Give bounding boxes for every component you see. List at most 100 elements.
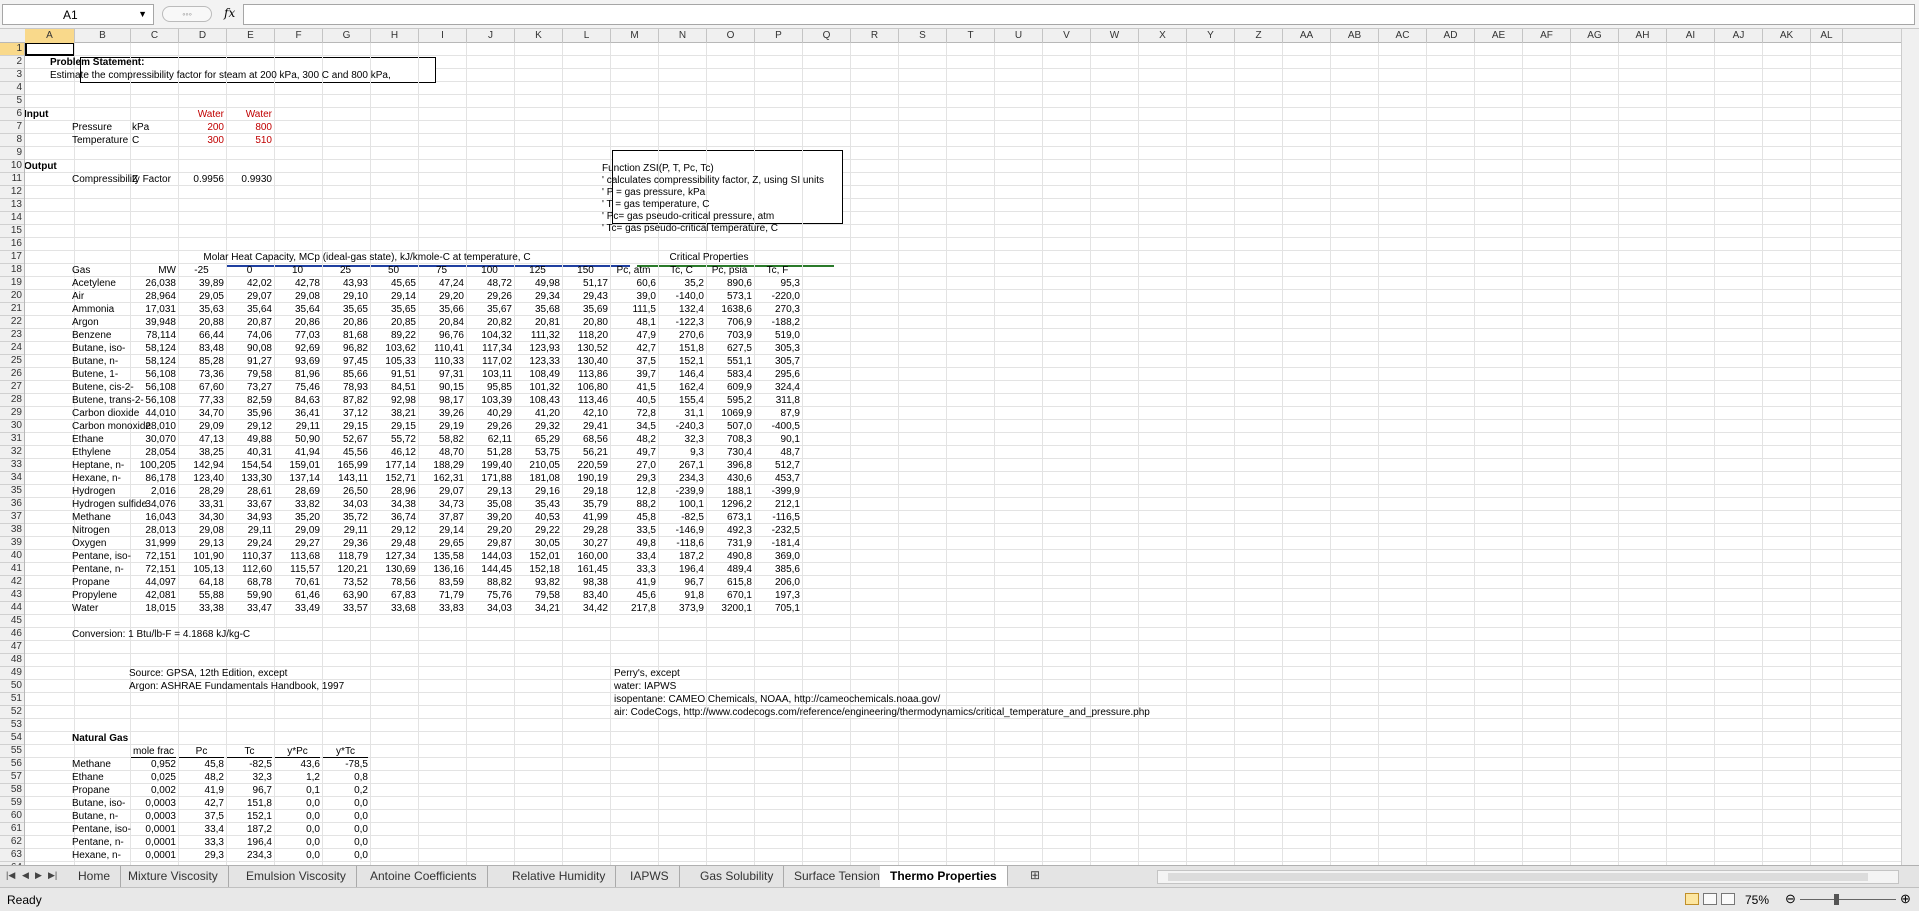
row-header[interactable]: 46 <box>0 628 24 641</box>
column-header[interactable]: D <box>179 29 227 43</box>
column-header[interactable]: Y <box>1187 29 1235 43</box>
row-header[interactable]: 2 <box>0 56 24 69</box>
horizontal-scrollbar[interactable] <box>1157 870 1899 884</box>
row-header[interactable]: 52 <box>0 706 24 719</box>
sheet-tab[interactable]: Surface Tension <box>784 866 891 887</box>
column-header[interactable]: S <box>899 29 947 43</box>
chevron-down-icon[interactable]: ▼ <box>138 9 147 19</box>
insert-sheet-icon[interactable]: ⊞ <box>1030 868 1040 882</box>
row-header[interactable]: 28 <box>0 394 24 407</box>
vertical-scrollbar[interactable] <box>1901 29 1919 865</box>
column-header[interactable]: AI <box>1667 29 1715 43</box>
formula-expand-control[interactable]: ◦◦◦ <box>162 6 212 22</box>
next-sheet-icon[interactable]: ▶ <box>35 870 42 881</box>
row-header[interactable]: 48 <box>0 654 24 667</box>
row-header[interactable]: 7 <box>0 121 24 134</box>
sheet-tab[interactable]: Antoine Coefficients <box>360 866 488 887</box>
row-header[interactable]: 1 <box>0 43 24 56</box>
sheet-tab[interactable]: IAPWS <box>620 866 680 887</box>
row-header[interactable]: 54 <box>0 732 24 745</box>
column-header[interactable]: AA <box>1283 29 1331 43</box>
sheet-tab[interactable]: Thermo Properties <box>880 866 1008 887</box>
row-header[interactable]: 62 <box>0 836 24 849</box>
page-break-view-button[interactable] <box>1721 893 1735 905</box>
row-header[interactable]: 34 <box>0 472 24 485</box>
row-header[interactable]: 6 <box>0 108 24 121</box>
row-header[interactable]: 41 <box>0 563 24 576</box>
row-header[interactable]: 13 <box>0 199 24 212</box>
row-header[interactable]: 32 <box>0 446 24 459</box>
row-header[interactable]: 50 <box>0 680 24 693</box>
name-box[interactable]: A1 ▼ <box>2 4 154 25</box>
sheet-tab[interactable]: Mixture Viscosity <box>118 866 229 887</box>
column-header[interactable]: L <box>563 29 611 43</box>
row-header[interactable]: 12 <box>0 186 24 199</box>
worksheet-grid[interactable]: Problem Statement: Estimate the compressi… <box>25 43 1901 865</box>
column-header[interactable]: B <box>75 29 131 43</box>
row-header[interactable]: 11 <box>0 173 24 186</box>
first-sheet-icon[interactable]: |◀ <box>6 870 15 881</box>
row-header[interactable]: 44 <box>0 602 24 615</box>
column-header[interactable]: AE <box>1475 29 1523 43</box>
sheet-tab[interactable]: Relative Humidity <box>502 866 617 887</box>
row-header[interactable]: 21 <box>0 303 24 316</box>
column-header[interactable]: AF <box>1523 29 1571 43</box>
row-header[interactable]: 10 <box>0 160 24 173</box>
row-header[interactable]: 30 <box>0 420 24 433</box>
row-header[interactable]: 61 <box>0 823 24 836</box>
prev-sheet-icon[interactable]: ◀ <box>22 870 29 881</box>
row-header[interactable]: 24 <box>0 342 24 355</box>
column-header[interactable]: W <box>1091 29 1139 43</box>
row-header[interactable]: 25 <box>0 355 24 368</box>
row-header[interactable]: 20 <box>0 290 24 303</box>
row-header[interactable]: 59 <box>0 797 24 810</box>
row-header[interactable]: 18 <box>0 264 24 277</box>
row-header[interactable]: 49 <box>0 667 24 680</box>
column-header[interactable]: AG <box>1571 29 1619 43</box>
column-header[interactable]: AB <box>1331 29 1379 43</box>
row-header[interactable]: 60 <box>0 810 24 823</box>
row-header[interactable]: 15 <box>0 225 24 238</box>
zoom-level[interactable]: 75% <box>1745 893 1769 907</box>
row-header[interactable]: 8 <box>0 134 24 147</box>
row-header[interactable]: 51 <box>0 693 24 706</box>
row-header[interactable]: 35 <box>0 485 24 498</box>
zoom-slider-thumb[interactable] <box>1834 894 1839 905</box>
column-header[interactable]: C <box>131 29 179 43</box>
row-header[interactable]: 3 <box>0 69 24 82</box>
column-header[interactable]: AK <box>1763 29 1811 43</box>
row-header[interactable]: 14 <box>0 212 24 225</box>
row-header[interactable]: 36 <box>0 498 24 511</box>
column-header[interactable]: E <box>227 29 275 43</box>
column-header[interactable]: AJ <box>1715 29 1763 43</box>
row-header[interactable]: 5 <box>0 95 24 108</box>
row-header[interactable]: 58 <box>0 784 24 797</box>
row-header[interactable]: 42 <box>0 576 24 589</box>
row-header[interactable]: 56 <box>0 758 24 771</box>
row-header[interactable]: 4 <box>0 82 24 95</box>
horizontal-scroll-thumb[interactable] <box>1168 873 1868 881</box>
column-header[interactable]: M <box>611 29 659 43</box>
column-header[interactable]: R <box>851 29 899 43</box>
column-header[interactable]: U <box>995 29 1043 43</box>
column-header[interactable]: V <box>1043 29 1091 43</box>
formula-input[interactable] <box>243 4 1915 25</box>
last-sheet-icon[interactable]: ▶| <box>48 870 57 881</box>
column-header[interactable]: AL <box>1811 29 1843 43</box>
sheet-tab[interactable]: Emulsion Viscosity <box>236 866 357 887</box>
page-layout-view-button[interactable] <box>1703 893 1717 905</box>
row-header[interactable]: 53 <box>0 719 24 732</box>
fx-icon[interactable]: fx <box>224 6 235 20</box>
zoom-in-icon[interactable]: ⊕ <box>1900 891 1911 907</box>
column-header[interactable]: Q <box>803 29 851 43</box>
row-header[interactable]: 26 <box>0 368 24 381</box>
row-header[interactable]: 45 <box>0 615 24 628</box>
row-header[interactable]: 40 <box>0 550 24 563</box>
zoom-out-icon[interactable]: ⊖ <box>1785 891 1796 907</box>
row-header[interactable]: 33 <box>0 459 24 472</box>
column-header[interactable]: A <box>25 29 75 43</box>
active-cell[interactable] <box>25 43 75 56</box>
column-header[interactable]: P <box>755 29 803 43</box>
row-header[interactable]: 16 <box>0 238 24 251</box>
row-header[interactable]: 37 <box>0 511 24 524</box>
